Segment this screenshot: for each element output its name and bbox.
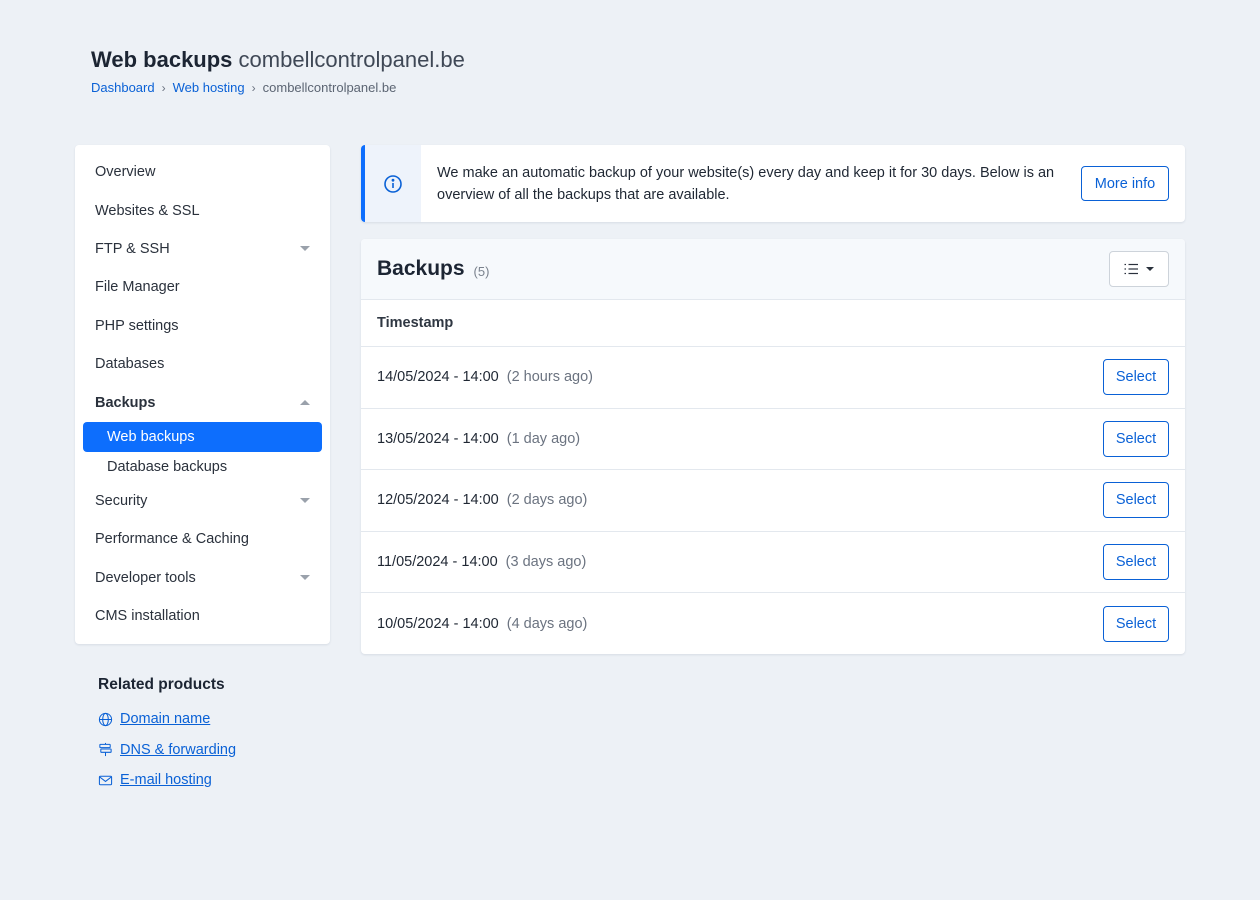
view-options-dropdown[interactable] [1109, 251, 1169, 287]
select-button[interactable]: Select [1103, 605, 1169, 642]
related-products-title: Related products [98, 676, 225, 693]
backup-relative-time: (1 day ago) [506, 430, 581, 447]
backup-timestamp: 14/05/2024 - 14:00 [377, 369, 499, 386]
info-banner-accent [361, 145, 421, 222]
sidebar-item-label: PHP settings [95, 317, 179, 334]
chevron-down-icon [300, 498, 310, 504]
info-banner-text: We make an automatic backup of your webs… [437, 164, 1055, 203]
page-title-main: Web backups [91, 47, 233, 72]
related-link-label: E-mail hosting [120, 772, 212, 789]
info-icon [384, 174, 402, 193]
breadcrumb: Dashboard › Web hosting › combellcontrol… [91, 79, 465, 97]
chevron-down-icon [300, 246, 310, 252]
sidebar-item-label: Overview [95, 164, 156, 181]
related-link-label: Domain name [120, 711, 211, 728]
sidebar-item-databases[interactable]: Databases [75, 345, 330, 383]
page-title-domain: combellcontrolpanel.be [238, 47, 465, 72]
list-icon [1124, 263, 1138, 275]
select-button[interactable]: Select [1103, 543, 1169, 580]
table-row: 13/05/2024 - 14:00 (1 day ago) Select [361, 409, 1185, 470]
related-link-domain-name[interactable]: Domain name [98, 704, 236, 735]
backup-timestamp: 11/05/2024 - 14:00 [377, 553, 498, 570]
globe-icon [98, 712, 113, 726]
related-products: Related products Domain name DNS & forwa… [98, 676, 236, 796]
backups-count: (5) [473, 263, 490, 279]
sidebar-item-label: CMS installation [95, 608, 200, 625]
page-header: Web backups combellcontrolpanel.be Dashb… [91, 46, 465, 97]
select-button[interactable]: Select [1103, 420, 1169, 457]
related-link-dns-forwarding[interactable]: DNS & forwarding [98, 735, 236, 766]
sidebar-item-developer-tools[interactable]: Developer tools [75, 559, 330, 597]
sidebar-item-security[interactable]: Security [75, 482, 330, 520]
sidebar: Overview Websites & SSL FTP & SSH File M… [75, 145, 330, 644]
sidebar-item-file-manager[interactable]: File Manager [75, 268, 330, 306]
sidebar-item-label: Websites & SSL [95, 202, 200, 219]
sidebar-item-overview[interactable]: Overview [75, 153, 330, 191]
backups-card-header: Backups (5) [361, 239, 1185, 300]
sidebar-item-performance-caching[interactable]: Performance & Caching [75, 520, 330, 558]
select-button[interactable]: Select [1103, 359, 1169, 396]
chevron-up-icon [300, 400, 310, 406]
backup-relative-time: (2 hours ago) [506, 369, 593, 386]
chevron-down-icon [300, 575, 310, 581]
related-link-label: DNS & forwarding [120, 741, 237, 758]
backups-card: Backups (5) Timestamp 14/05/2024 - 14:00… [361, 239, 1185, 654]
backup-timestamp: 12/05/2024 - 14:00 [377, 492, 499, 509]
sidebar-item-label: Databases [95, 356, 165, 373]
signpost-icon [99, 743, 112, 757]
breadcrumb-separator: › [161, 81, 166, 95]
table-row: 14/05/2024 - 14:00 (2 hours ago) Select [361, 347, 1185, 409]
info-banner: We make an automatic backup of your webs… [361, 145, 1185, 222]
sidebar-item-php-settings[interactable]: PHP settings [75, 307, 330, 345]
table-row: 11/05/2024 - 14:00 (3 days ago) Select [361, 532, 1185, 593]
select-button[interactable]: Select [1103, 482, 1169, 519]
breadcrumb-web-hosting[interactable]: Web hosting [173, 79, 245, 97]
table-row: 10/05/2024 - 14:00 (4 days ago) Select [361, 593, 1185, 654]
caret-down-icon [1146, 267, 1154, 271]
more-info-button[interactable]: More info [1081, 166, 1169, 201]
breadcrumb-current: combellcontrolpanel.be [262, 80, 397, 95]
breadcrumb-dashboard[interactable]: Dashboard [91, 79, 155, 97]
sidebar-item-label: FTP & SSH [95, 240, 170, 257]
sidebar-subitem-database-backups[interactable]: Database backups [83, 452, 322, 482]
breadcrumb-separator: › [251, 81, 256, 95]
page-title: Web backups combellcontrolpanel.be [91, 46, 465, 74]
backup-timestamp: 10/05/2024 - 14:00 [377, 615, 499, 632]
sidebar-item-cms-installation[interactable]: CMS installation [75, 597, 330, 635]
backup-relative-time: (3 days ago) [505, 553, 587, 570]
related-link-email-hosting[interactable]: E-mail hosting [98, 765, 236, 796]
backup-timestamp: 13/05/2024 - 14:00 [377, 430, 499, 447]
sidebar-item-label: Performance & Caching [95, 531, 249, 548]
sidebar-subitem-web-backups[interactable]: Web backups [83, 421, 322, 452]
sidebar-item-label: Security [95, 492, 148, 509]
sidebar-item-websites-ssl[interactable]: Websites & SSL [75, 191, 330, 229]
backup-relative-time: (2 days ago) [506, 492, 588, 509]
sidebar-item-label: Developer tools [95, 569, 196, 586]
sidebar-item-label: Backups [95, 394, 156, 411]
envelope-icon [98, 775, 113, 785]
column-header-timestamp: Timestamp [361, 300, 1185, 347]
sidebar-item-label: File Manager [95, 279, 180, 296]
backups-title: Backups [377, 257, 465, 280]
table-row: 12/05/2024 - 14:00 (2 days ago) Select [361, 470, 1185, 532]
sidebar-item-backups[interactable]: Backups [75, 383, 330, 421]
backup-relative-time: (4 days ago) [506, 615, 588, 632]
sidebar-item-ftp-ssh[interactable]: FTP & SSH [75, 230, 330, 268]
